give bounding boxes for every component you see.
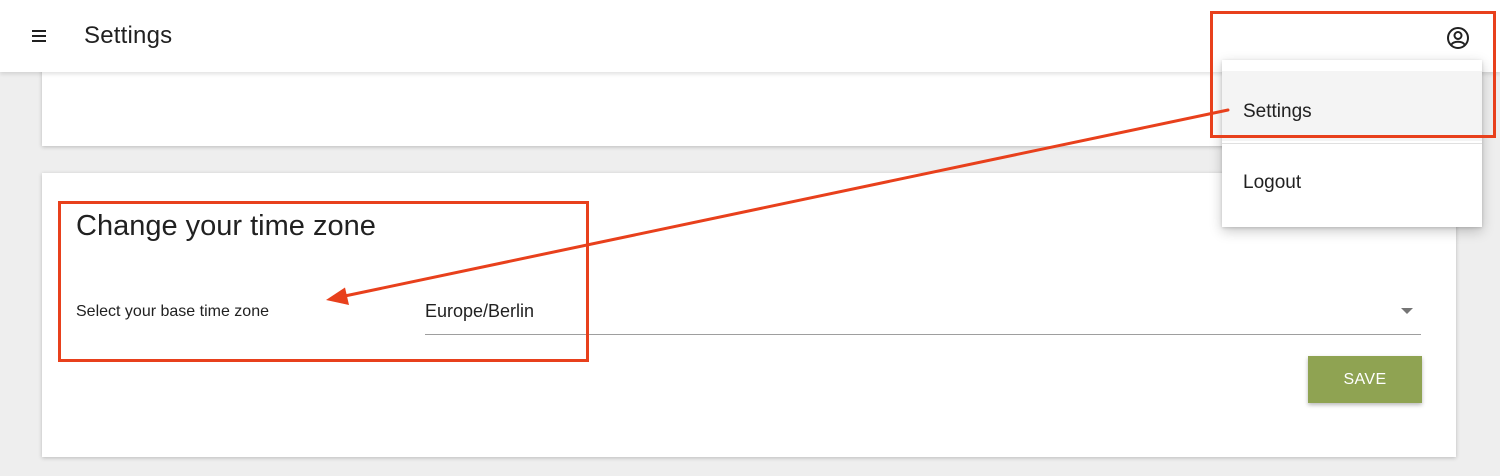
caret-down-icon <box>1401 308 1413 314</box>
menu-item-settings[interactable]: Settings <box>1222 71 1482 141</box>
menu-item-logout-label: Logout <box>1243 172 1302 193</box>
timezone-select-value: Europe/Berlin <box>425 301 535 321</box>
account-circle-icon[interactable] <box>1444 24 1472 52</box>
account-dropdown-menu: Settings Logout <box>1222 60 1482 227</box>
menu-item-logout[interactable]: Logout <box>1222 156 1482 212</box>
timezone-select[interactable]: Europe/Berlin <box>425 296 1421 335</box>
hamburger-menu-icon[interactable] <box>28 26 50 46</box>
page-title: Settings <box>84 22 173 49</box>
timezone-card-title: Change your time zone <box>76 210 376 242</box>
menu-divider <box>1222 143 1482 144</box>
save-button[interactable]: SAVE <box>1308 356 1422 403</box>
timezone-field-label: Select your base time zone <box>76 303 269 320</box>
menu-item-settings-label: Settings <box>1243 101 1312 122</box>
